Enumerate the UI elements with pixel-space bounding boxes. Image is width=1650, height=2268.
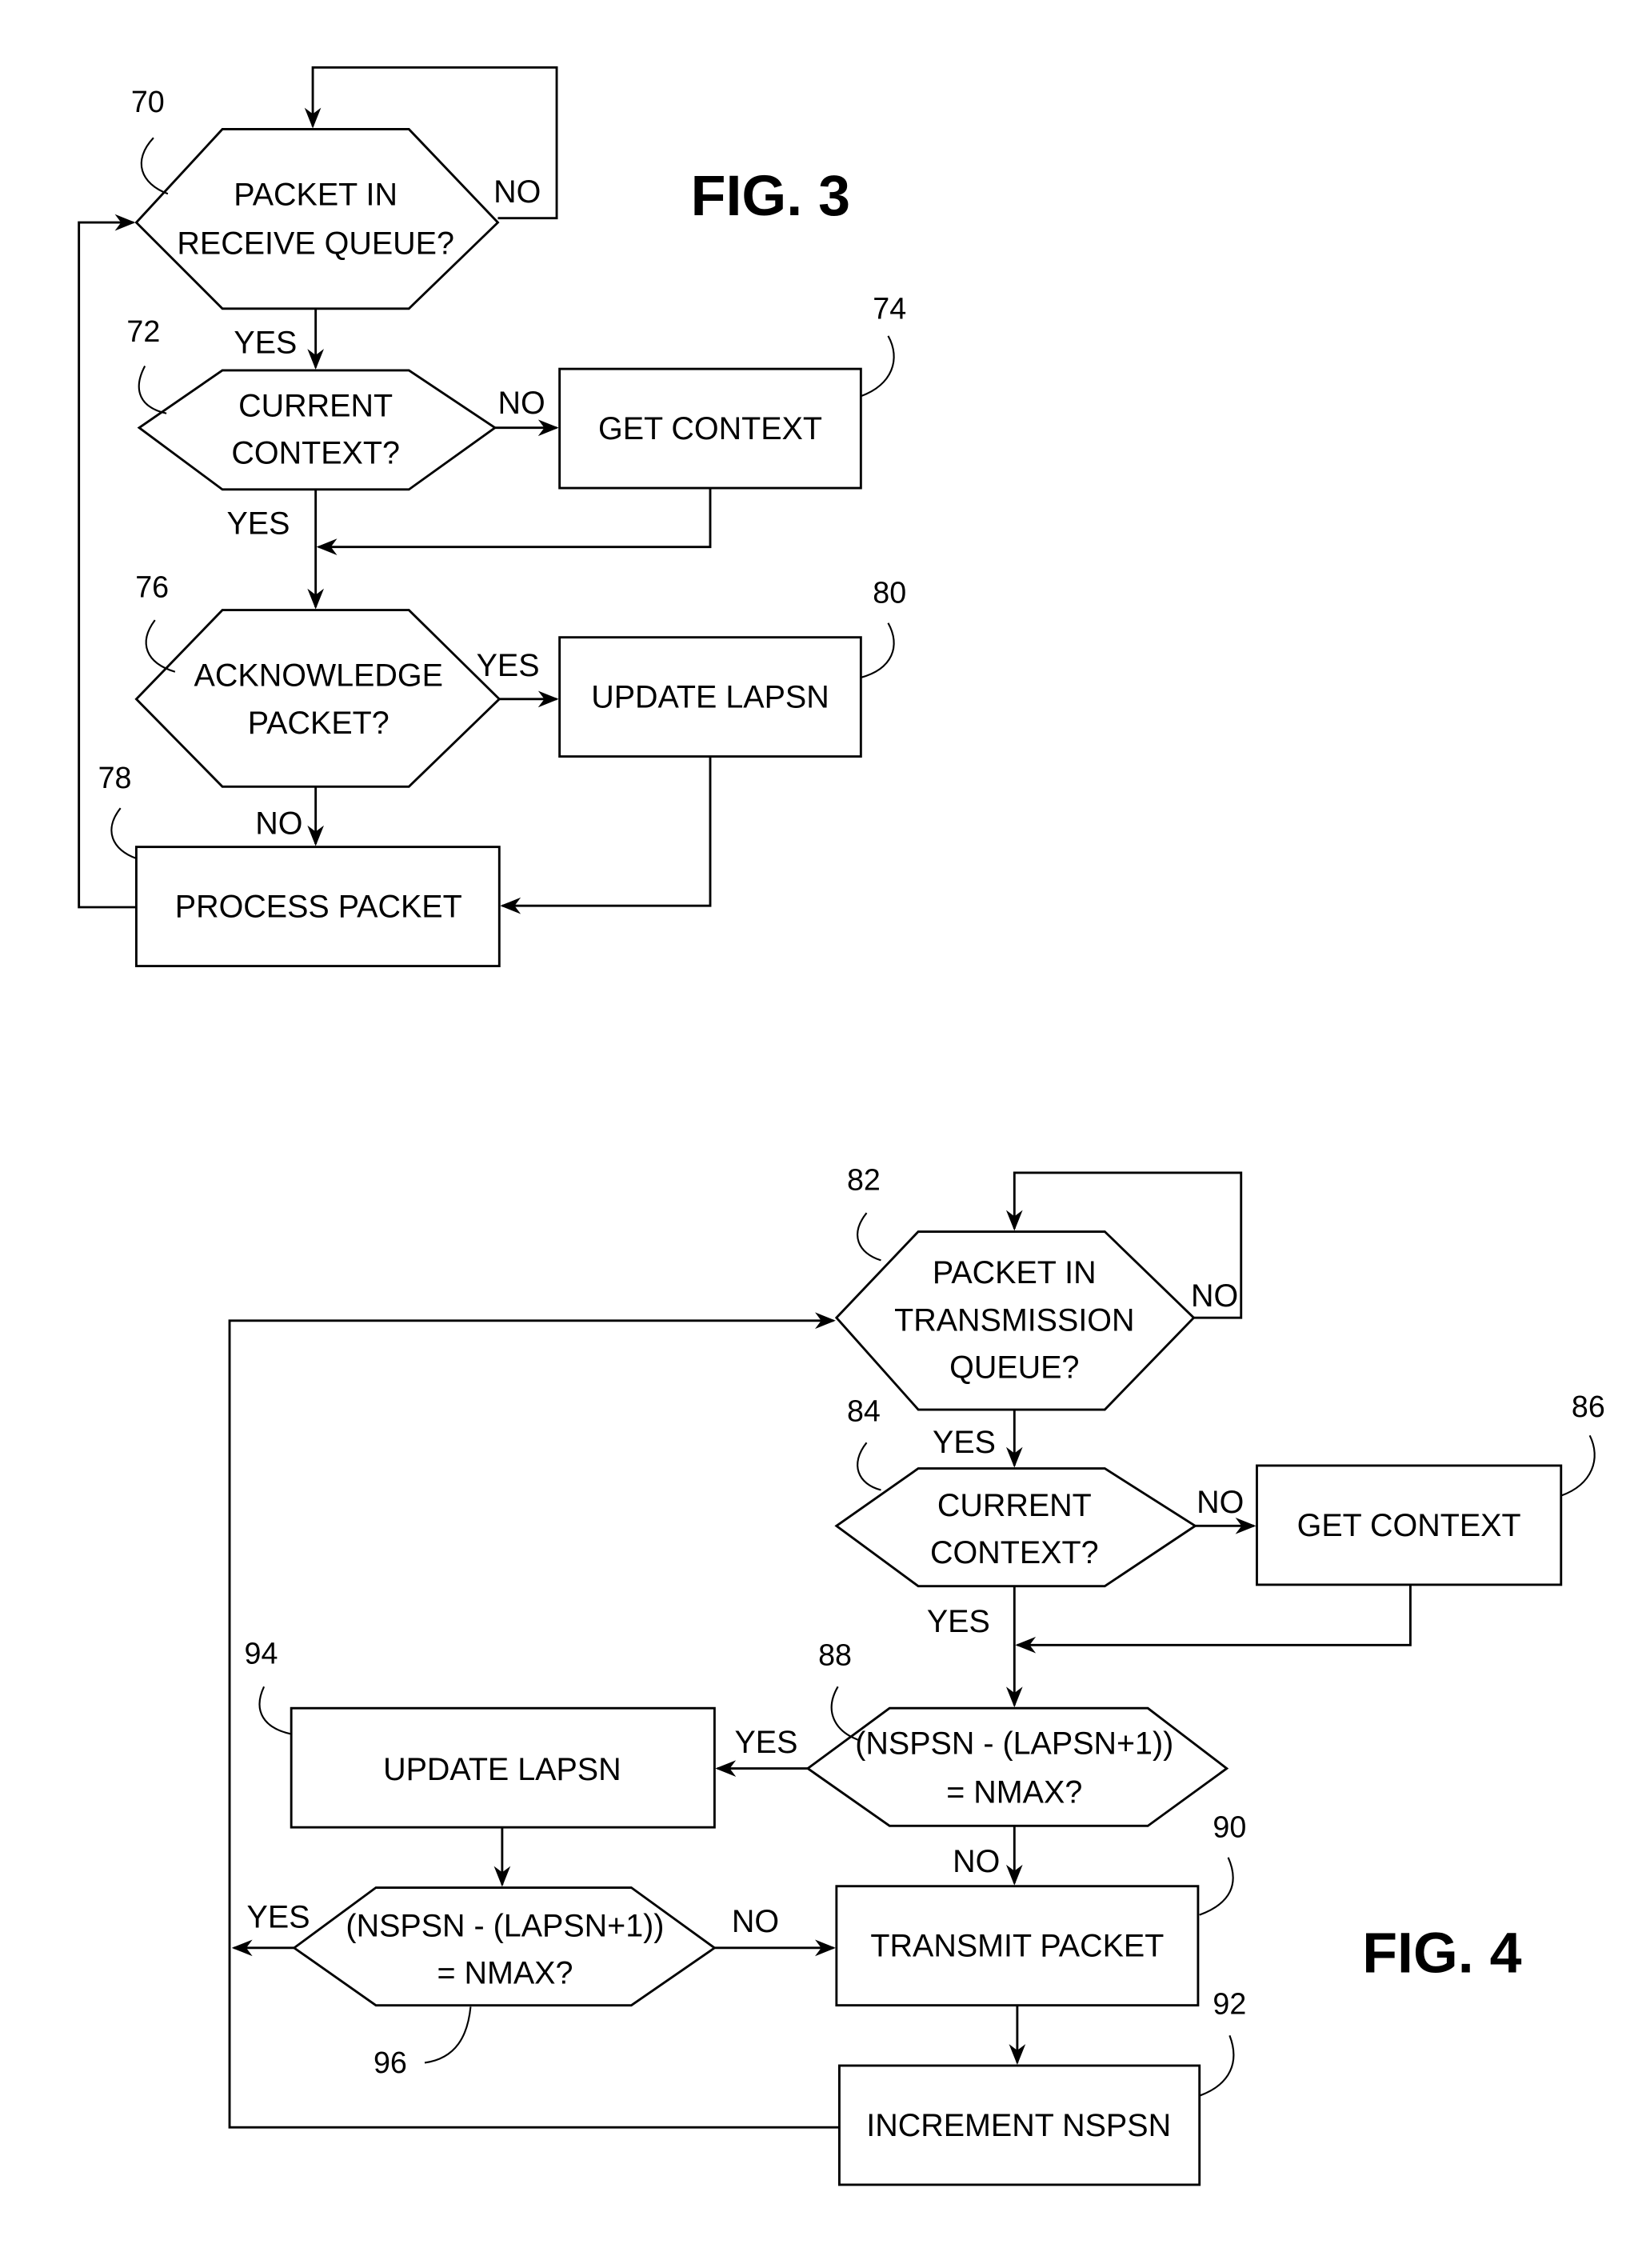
ref-78: 78 (98, 761, 132, 794)
edge-label-96-no: NO (732, 1904, 779, 1939)
edge-label-76-no: NO (255, 806, 302, 841)
decision-88-label-line1: (NSPSN - (LAPSN+1)) (855, 1726, 1173, 1762)
edge-label-82-no: NO (1191, 1278, 1238, 1314)
edge-label-72-no: NO (497, 386, 545, 421)
edge-label-70-no: NO (493, 174, 541, 210)
decision-84-label-line2: CONTEXT? (930, 1535, 1099, 1570)
leader-78 (110, 807, 137, 860)
leader-94 (258, 1686, 292, 1735)
ref-84: 84 (847, 1394, 881, 1427)
leader-74 (860, 335, 895, 398)
patent-flowcharts: FIG. 3 PACKET IN RECEIVE QUEUE? 70 CURRE… (78, 66, 1605, 2186)
process-92-label: INCREMENT NSPSN (866, 2108, 1171, 2143)
leader-72 (138, 366, 167, 414)
edge-label-70-yes: YES (234, 325, 297, 360)
edge-label-84-yes: YES (927, 1604, 990, 1639)
edge-label-96-yes: YES (247, 1900, 310, 1935)
leader-86 (1560, 1434, 1596, 1497)
leader-82 (857, 1212, 881, 1262)
ref-90: 90 (1213, 1810, 1246, 1844)
edge-label-84-no: NO (1197, 1485, 1244, 1520)
leader-84 (857, 1442, 881, 1491)
process-86-label: GET CONTEXT (1297, 1508, 1521, 1543)
ref-94: 94 (245, 1637, 278, 1670)
decision-82-label-line2: TRANSMISSION (894, 1302, 1134, 1338)
ref-76: 76 (135, 570, 169, 603)
figure-4-title: FIG. 4 (1362, 1921, 1521, 1985)
decision-84-label-line1: CURRENT (937, 1488, 1092, 1523)
ref-96: 96 (374, 2046, 407, 2079)
ref-86: 86 (1572, 1390, 1605, 1423)
decision-72-label-line1: CURRENT (238, 388, 393, 423)
decision-72: CURRENT CONTEXT? 72 (126, 314, 497, 491)
decision-70-label-line1: PACKET IN (234, 178, 398, 213)
process-86: GET CONTEXT 86 (1256, 1390, 1605, 1586)
ref-74: 74 (873, 291, 906, 325)
ref-92: 92 (1213, 1986, 1246, 2020)
leader-96 (424, 2006, 472, 2064)
edge-label-76-yes: YES (477, 648, 540, 683)
leader-90 (1199, 1857, 1234, 1916)
process-74: GET CONTEXT 74 (558, 291, 906, 490)
process-80-label: UPDATE LAPSN (591, 680, 829, 715)
edge-label-72-yes: YES (226, 506, 290, 541)
figure-3: FIG. 3 PACKET IN RECEIVE QUEUE? 70 CURRE… (78, 66, 906, 968)
decision-76-label-line1: ACKNOWLEDGE (194, 658, 443, 694)
process-94-label: UPDATE LAPSN (383, 1752, 621, 1787)
decision-70-shape (134, 128, 500, 310)
edge-74-merge (316, 488, 712, 555)
figure-4: FIG. 4 PACKET IN TRANSMISSION QUEUE? 82 … (228, 1162, 1605, 2186)
decision-76-label-line2: PACKET? (248, 706, 390, 741)
decision-72-label-line2: CONTEXT? (231, 436, 400, 471)
decision-84: CURRENT CONTEXT? 84 (834, 1394, 1197, 1588)
decision-96-label-line2: = NMAX? (437, 1956, 573, 1991)
decision-82-label-line1: PACKET IN (933, 1255, 1097, 1290)
process-78-label: PROCESS PACKET (175, 890, 462, 925)
process-90-label: TRANSMIT PACKET (870, 1929, 1164, 1964)
process-92: INCREMENT NSPSN 92 (838, 1986, 1246, 2186)
leader-92 (1199, 2034, 1235, 2097)
leader-88 (830, 1686, 859, 1741)
decision-76: ACKNOWLEDGE PACKET? 76 (134, 570, 501, 788)
leader-80 (861, 622, 895, 678)
ref-80: 80 (873, 576, 906, 610)
process-80: UPDATE LAPSN 80 (558, 576, 906, 758)
decision-88-label-line2: = NMAX? (946, 1775, 1082, 1810)
edge-label-82-yes: YES (933, 1425, 996, 1460)
process-74-label: GET CONTEXT (598, 411, 822, 446)
decision-70-label-line2: RECEIVE QUEUE? (177, 226, 454, 262)
edge-86-merge (1015, 1584, 1412, 1654)
decision-96-label-line1: (NSPSN - (LAPSN+1)) (346, 1909, 664, 1944)
edge-label-88-no: NO (953, 1844, 1000, 1879)
process-94: UPDATE LAPSN 94 (245, 1637, 716, 1829)
ref-70: 70 (131, 85, 165, 118)
leader-70 (140, 137, 169, 195)
edge-label-88-yes: YES (734, 1725, 797, 1760)
decision-88: (NSPSN - (LAPSN+1)) = NMAX? 88 (805, 1638, 1229, 1827)
decision-70: PACKET IN RECEIVE QUEUE? 70 (131, 85, 500, 310)
figure-3-title: FIG. 3 (691, 164, 850, 228)
ref-82: 82 (847, 1162, 881, 1196)
decision-82-label-line3: QUEUE? (949, 1350, 1079, 1386)
decision-96: (NSPSN - (LAPSN+1)) = NMAX? 96 (292, 1886, 717, 2079)
edge-80-to-78 (500, 756, 712, 914)
ref-88: 88 (818, 1638, 852, 1671)
process-78: PROCESS PACKET 78 (98, 761, 501, 968)
decision-76-shape (134, 609, 501, 788)
ref-72: 72 (126, 314, 160, 348)
process-90: TRANSMIT PACKET 90 (835, 1810, 1246, 2007)
